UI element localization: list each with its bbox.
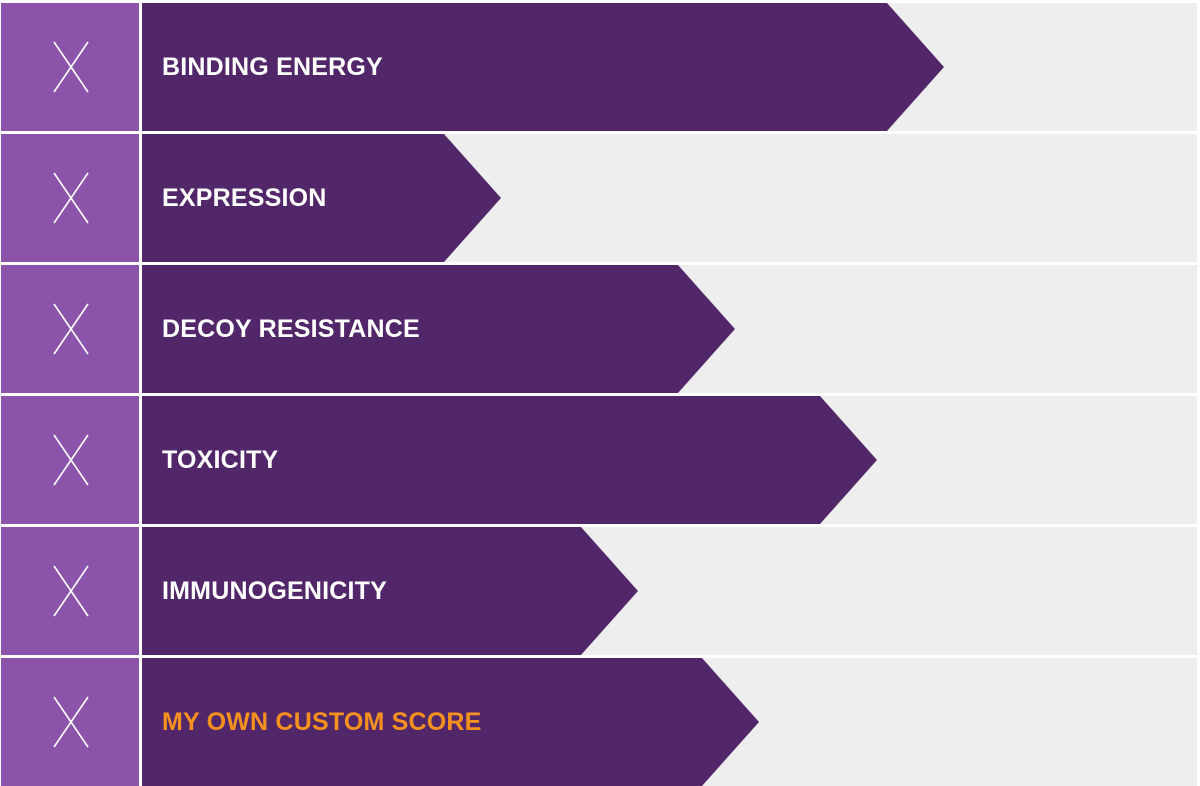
score-label: TOXICITY xyxy=(162,446,279,474)
close-icon xyxy=(53,696,89,748)
remove-button-custom-score[interactable] xyxy=(1,658,139,786)
close-icon xyxy=(53,41,89,93)
score-label: BINDING ENERGY xyxy=(162,53,383,81)
score-label: IMMUNOGENICITY xyxy=(162,577,388,605)
close-icon xyxy=(53,303,89,355)
custom-score-label: MY OWN CUSTOM SCORE xyxy=(162,708,482,736)
remove-button-decoy-resistance[interactable] xyxy=(1,265,139,393)
remove-button-binding-energy[interactable] xyxy=(1,3,139,131)
score-row-custom-score: MY OWN CUSTOM SCORE xyxy=(0,658,1200,786)
score-row-decoy-resistance: DECOY RESISTANCE xyxy=(0,265,1200,393)
score-label: DECOY RESISTANCE xyxy=(162,315,420,343)
score-list: BINDING ENERGY EXPRESSION DECOY RESISTAN… xyxy=(0,0,1200,786)
remove-button-toxicity[interactable] xyxy=(1,396,139,524)
score-label: EXPRESSION xyxy=(162,184,327,212)
remove-button-immunogenicity[interactable] xyxy=(1,527,139,655)
score-row-toxicity: TOXICITY xyxy=(0,396,1200,524)
close-icon xyxy=(53,565,89,617)
remove-button-expression[interactable] xyxy=(1,134,139,262)
score-row-immunogenicity: IMMUNOGENICITY xyxy=(0,527,1200,655)
close-icon xyxy=(53,434,89,486)
score-row-expression: EXPRESSION xyxy=(0,134,1200,262)
score-row-binding-energy: BINDING ENERGY xyxy=(0,3,1200,131)
close-icon xyxy=(53,172,89,224)
